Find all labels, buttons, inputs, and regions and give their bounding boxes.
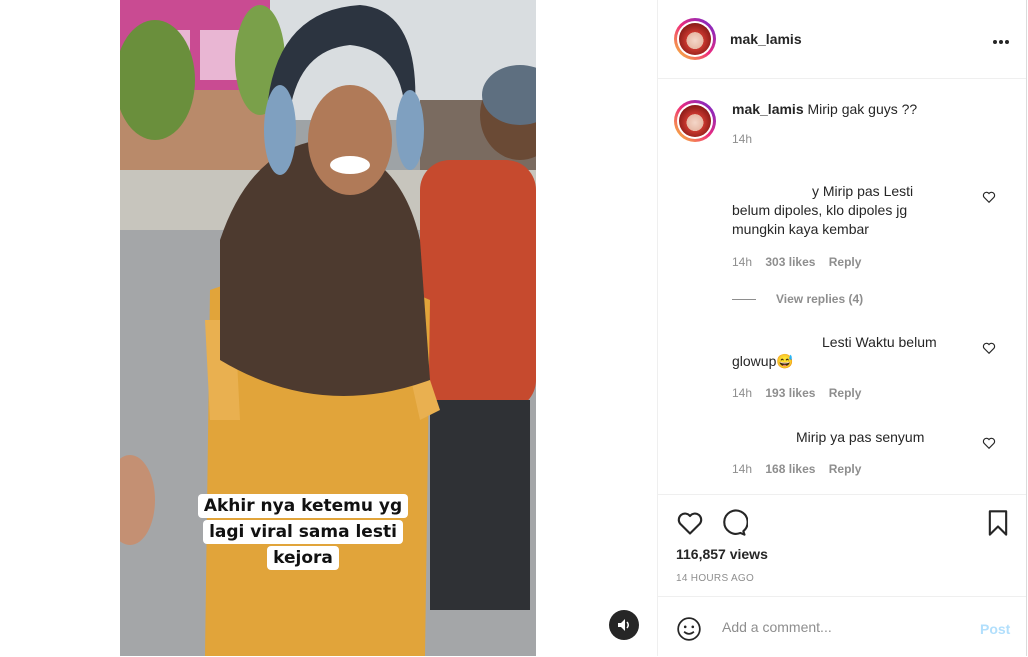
comment-item: Mirip ya pas senyum <box>732 428 972 447</box>
like-heart-icon[interactable] <box>676 509 704 537</box>
volume-icon <box>618 619 629 631</box>
emoji-icon[interactable] <box>676 616 702 642</box>
comment-text: Mirip ya pas senyum <box>796 429 925 445</box>
comment-input[interactable] <box>720 618 954 636</box>
username-link[interactable]: mak_lamis <box>730 31 802 47</box>
more-horizontal-icon <box>993 39 1009 44</box>
like-comment-heart-icon[interactable] <box>982 436 996 450</box>
comment-item: y Mirip pas Lesti belum dipoles, klo dip… <box>732 182 972 239</box>
comments-list[interactable]: mak_lamis Mirip gak guys ?? 14h y Mirip … <box>658 80 1026 494</box>
reply-button[interactable]: Reply <box>829 462 862 476</box>
post-caption: mak_lamis Mirip gak guys ?? 14h <box>674 100 917 148</box>
view-replies-label: View replies (4) <box>776 292 864 306</box>
audio-toggle-button[interactable] <box>609 610 639 640</box>
comment-time: 14h <box>732 386 753 400</box>
comment-item: Lesti Waktu belum glowup😅 <box>732 333 972 371</box>
comment-likes[interactable]: 168 likes <box>765 462 815 476</box>
view-replies-button[interactable]: View replies (4) <box>732 292 863 306</box>
post-timestamp: 14 HOURS AGO <box>676 573 755 584</box>
comment-text: Lesti Waktu belum <box>822 334 937 350</box>
comment-time: 14h <box>732 462 753 476</box>
comment-meta: 14h 168 likes Reply <box>732 462 871 476</box>
caption-time: 14h <box>732 132 753 146</box>
add-comment-bar: Post <box>658 596 1026 657</box>
comment-time: 14h <box>732 255 753 269</box>
caption-username[interactable]: mak_lamis <box>732 101 804 117</box>
like-comment-heart-icon[interactable] <box>982 190 996 204</box>
comment-text: mungkin kaya kembar <box>732 221 869 237</box>
comment-likes[interactable]: 303 likes <box>765 255 815 269</box>
comment-bubble-icon[interactable] <box>720 509 748 537</box>
reply-button[interactable]: Reply <box>829 255 862 269</box>
media-area: Akhir nya ketemu yg lagi viral sama lest… <box>0 0 657 656</box>
post-sidebar: mak_lamis mak_lamis Mirip gak guys ?? 14… <box>657 0 1027 656</box>
video-caption-line: kejora <box>267 546 339 570</box>
comment-meta: 14h 193 likes Reply <box>732 386 871 400</box>
like-comment-heart-icon[interactable] <box>982 341 996 355</box>
avatar[interactable] <box>674 18 716 60</box>
avatar[interactable] <box>674 100 716 142</box>
comment-text: y Mirip pas Lesti <box>812 183 914 199</box>
video-caption-line: Akhir nya ketemu yg <box>197 494 409 518</box>
caption-text: Mirip gak guys ?? <box>807 101 918 117</box>
avatar-image <box>679 23 711 55</box>
video-caption-line: lagi viral sama lesti <box>203 520 403 544</box>
comment-text: glowup😅 <box>732 353 794 369</box>
video-caption: Akhir nya ketemu yg lagi viral sama lest… <box>196 493 410 571</box>
post-header: mak_lamis <box>658 0 1026 79</box>
avatar-image <box>679 105 711 137</box>
comment-text: belum dipoles, klo dipoles jg <box>732 202 908 218</box>
more-options-button[interactable] <box>992 29 1010 50</box>
view-count[interactable]: 116,857 views <box>676 546 768 562</box>
bookmark-icon[interactable] <box>984 509 1012 537</box>
reply-button[interactable]: Reply <box>829 386 862 400</box>
view-replies-line <box>732 298 756 300</box>
comment-likes[interactable]: 193 likes <box>765 386 815 400</box>
comment-meta: 14h 303 likes Reply <box>732 255 871 269</box>
post-comment-button[interactable]: Post <box>980 621 1010 637</box>
post-actions: 116,857 views 14 HOURS AGO <box>658 494 1026 597</box>
